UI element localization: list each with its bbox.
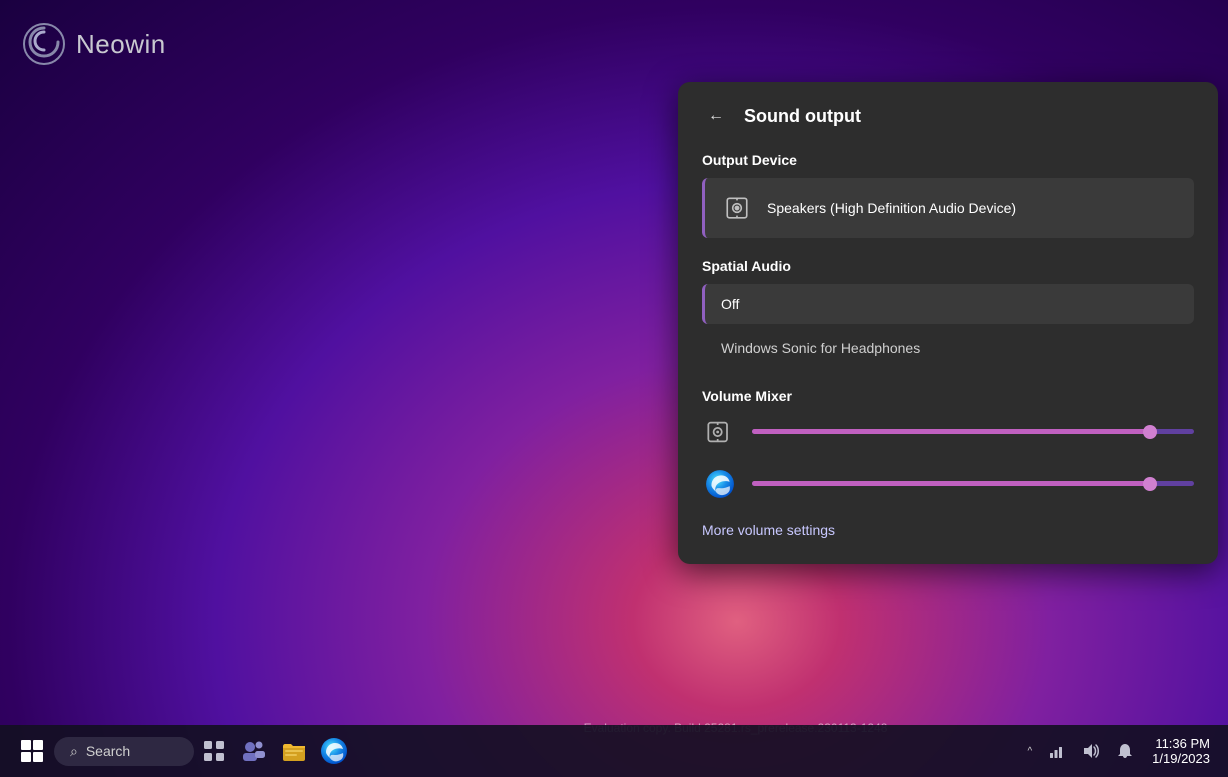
search-label: Search [86, 743, 130, 759]
panel-title: Sound output [744, 106, 861, 127]
desktop: Neowin Evaluation copy. Build 25281.rs_p… [0, 0, 1228, 777]
network-icon [1049, 743, 1065, 759]
output-device-label: Output Device [702, 152, 1194, 168]
file-explorer-icon [281, 738, 307, 764]
sound-icon [1082, 742, 1100, 760]
edge-taskbar-icon [320, 737, 348, 765]
windows-icon [21, 740, 43, 762]
speaker-volume-row [702, 414, 1194, 450]
task-view-button[interactable] [194, 731, 234, 771]
search-bar[interactable]: ⌕ Search [54, 737, 194, 766]
output-device-item[interactable]: Speakers (High Definition Audio Device) [702, 178, 1194, 238]
spatial-audio-label: Spatial Audio [702, 258, 1194, 274]
clock-time: 11:36 PM [1155, 736, 1210, 751]
sound-tray-icon[interactable] [1076, 736, 1106, 766]
file-explorer-button[interactable] [274, 731, 314, 771]
notification-tray-icon[interactable] [1110, 736, 1140, 766]
teams-icon [241, 738, 267, 764]
neowin-brand-text: Neowin [76, 29, 166, 60]
notification-icon [1117, 743, 1133, 759]
spatial-off-item[interactable]: Off [702, 284, 1194, 324]
more-volume-settings-link[interactable]: More volume settings [702, 522, 835, 538]
clock-date: 1/19/2023 [1152, 751, 1210, 766]
start-button[interactable] [10, 729, 54, 773]
edge-taskbar-button[interactable] [314, 731, 354, 771]
taskbar: ⌕ Search [0, 725, 1228, 777]
edge-vol-icon [702, 466, 738, 502]
volume-mixer-label: Volume Mixer [702, 388, 1194, 404]
back-button[interactable]: ← [702, 102, 730, 130]
teams-button[interactable] [234, 731, 274, 771]
volume-mixer-section: Volume Mixer [702, 388, 1194, 540]
sound-output-panel: ← Sound output Output Device Speakers (H… [678, 82, 1218, 564]
neowin-logo: Neowin [22, 22, 166, 66]
search-icon: ⌕ [70, 743, 78, 760]
edge-volume-row [702, 466, 1194, 502]
clock-area[interactable]: 11:36 PM 1/19/2023 [1144, 732, 1218, 770]
tray-overflow-button[interactable]: ^ [1021, 742, 1038, 761]
speaker-vol-icon [702, 414, 738, 450]
edge-volume-slider[interactable] [752, 481, 1194, 487]
spatial-windows-sonic-item[interactable]: Windows Sonic for Headphones [702, 328, 1194, 368]
network-tray-icon[interactable] [1042, 736, 1072, 766]
output-device-name: Speakers (High Definition Audio Device) [767, 200, 1016, 216]
speaker-icon [721, 192, 753, 224]
neowin-logo-icon [22, 22, 66, 66]
task-view-icon [203, 740, 225, 762]
speaker-volume-slider[interactable] [752, 429, 1194, 435]
system-tray: ^ [1021, 732, 1218, 770]
panel-header: ← Sound output [702, 102, 1194, 130]
spatial-audio-section: Spatial Audio Off Windows Sonic for Head… [702, 258, 1194, 368]
